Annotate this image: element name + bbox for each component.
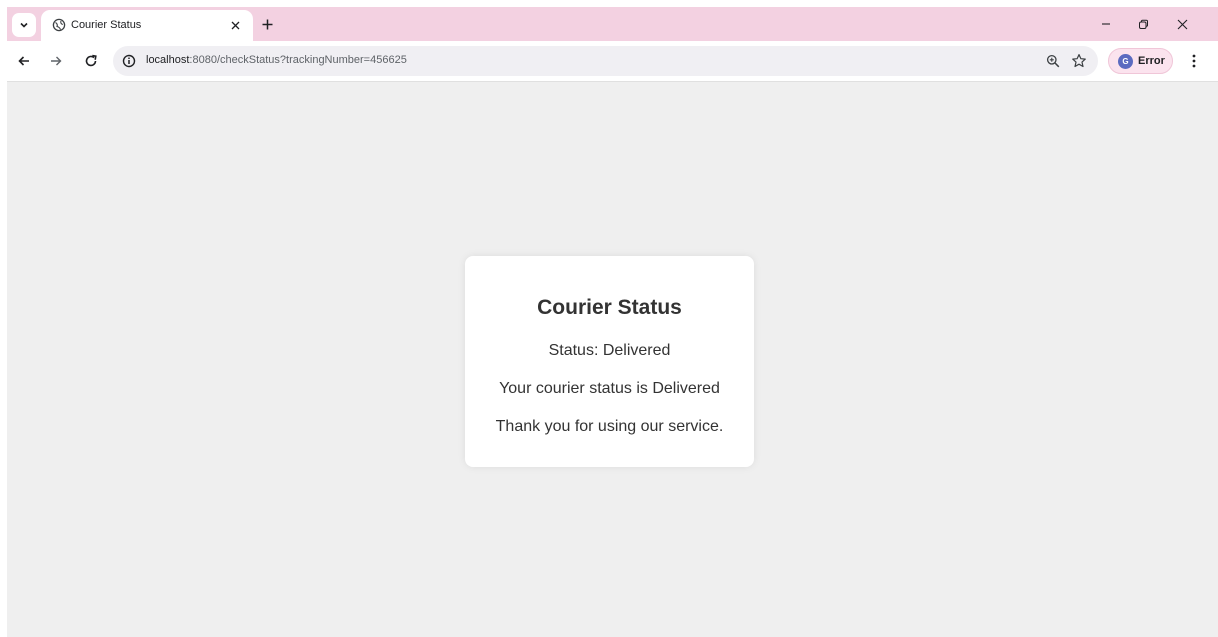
- tab-search-button[interactable]: [12, 13, 36, 37]
- close-icon: [231, 21, 239, 29]
- browser-window: Courier Status localhost:8080/checkStatu…: [7, 7, 1218, 637]
- zoom-icon: [1046, 54, 1060, 68]
- new-tab-button[interactable]: [257, 14, 277, 34]
- profile-button[interactable]: G Error: [1108, 48, 1173, 74]
- zoom-button[interactable]: [1044, 52, 1062, 70]
- status-line: Status: Delivered: [548, 342, 671, 359]
- info-icon: [122, 54, 136, 68]
- kebab-menu-icon: [1192, 54, 1196, 68]
- url-host: localhost: [146, 54, 190, 66]
- address-bar[interactable]: localhost:8080/checkStatus?trackingNumbe…: [113, 46, 1098, 76]
- status-card: Courier Status Status: Delivered Your co…: [465, 256, 754, 467]
- chevron-down-icon: [20, 22, 28, 28]
- globe-icon: [52, 18, 66, 32]
- url-text[interactable]: localhost:8080/checkStatus?trackingNumbe…: [146, 54, 407, 66]
- forward-button[interactable]: [45, 50, 67, 72]
- tab-strip: Courier Status: [7, 7, 1218, 41]
- reload-icon: [85, 54, 97, 67]
- arrow-right-icon: [51, 56, 62, 66]
- minimize-button[interactable]: [1094, 12, 1118, 36]
- profile-status-label: Error: [1138, 55, 1165, 67]
- back-button[interactable]: [13, 50, 35, 72]
- tab-courier-status[interactable]: Courier Status: [41, 10, 253, 41]
- browser-menu-button[interactable]: [1183, 50, 1205, 72]
- browser-toolbar: localhost:8080/checkStatus?trackingNumbe…: [7, 41, 1218, 82]
- thank-you-message: Thank you for using our service.: [495, 418, 724, 435]
- restore-icon: [1138, 19, 1148, 29]
- star-icon: [1072, 54, 1086, 68]
- close-window-button[interactable]: [1170, 12, 1194, 36]
- arrow-left-icon: [18, 56, 29, 66]
- tab-close-button[interactable]: [227, 17, 243, 33]
- bookmark-button[interactable]: [1070, 52, 1088, 70]
- close-icon: [1177, 19, 1187, 29]
- avatar: G: [1118, 54, 1133, 69]
- status-message: Your courier status is Delivered: [499, 380, 720, 397]
- tab-title: Courier Status: [71, 19, 142, 31]
- site-info-button[interactable]: [120, 52, 138, 70]
- plus-icon: [262, 19, 272, 29]
- restore-button[interactable]: [1131, 12, 1155, 36]
- page-title: Courier Status: [537, 296, 682, 319]
- minimize-icon: [1102, 23, 1110, 25]
- url-path: :8080/checkStatus?trackingNumber=456625: [189, 54, 407, 66]
- page-viewport: Courier Status Status: Delivered Your co…: [7, 83, 1218, 637]
- reload-button[interactable]: [80, 50, 102, 72]
